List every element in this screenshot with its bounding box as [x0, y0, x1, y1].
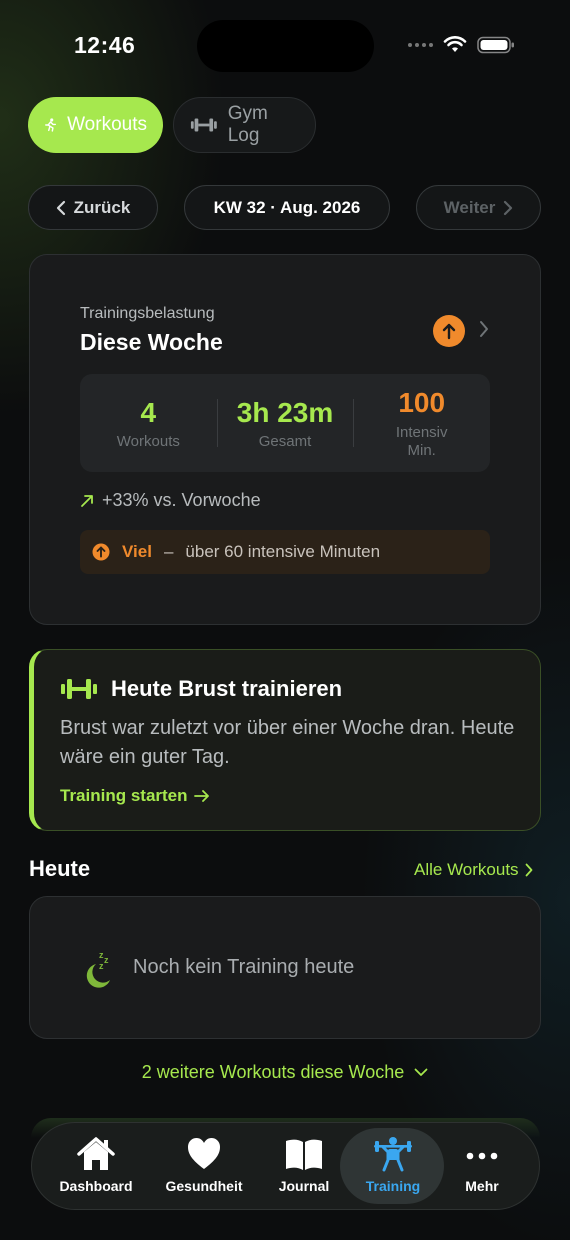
back-label: Zurück: [73, 197, 131, 217]
dumbbell-icon: [61, 679, 97, 699]
tab-workouts[interactable]: Workouts: [28, 97, 163, 153]
load-level: Viel: [122, 542, 152, 561]
wifi-icon: [443, 36, 467, 52]
tabbar-label: Journal: [278, 1178, 330, 1194]
stat-label: Gesamt: [258, 433, 312, 450]
tabbar-item-gesundheit[interactable]: Gesundheit: [154, 1136, 254, 1194]
tabbar-item-dashboard[interactable]: Dashboard: [46, 1136, 146, 1194]
chevron-right-icon: [504, 200, 513, 215]
week-label: KW 32 · Aug. 2026: [213, 197, 361, 217]
stat-value: 4: [140, 397, 157, 428]
book-icon: [286, 1139, 322, 1170]
tab-gym-log[interactable]: Gym Log: [173, 97, 316, 153]
stat-total-time: 3h 23m Gesamt: [216, 374, 354, 472]
suggestion-text: Brust war zuletzt vor über einer Woche d…: [60, 717, 515, 768]
chevron-left-icon: [56, 200, 65, 215]
no-training-text: Noch kein Training heute: [133, 956, 355, 978]
battery-icon: [477, 36, 514, 54]
stat-workouts: 4 Workouts: [80, 374, 217, 472]
load-level-banner: Viel – über 60 intensive Minuten: [80, 530, 490, 574]
svg-text:z: z: [104, 955, 109, 965]
next-button[interactable]: Weiter: [416, 185, 541, 230]
stat-label: Intensiv Min.: [395, 424, 448, 459]
arrow-right-icon: [193, 790, 209, 802]
load-level-description: über 60 intensive Minuten: [185, 542, 381, 561]
stat-label: Workouts: [116, 433, 180, 450]
tab-gym-log-label: Gym Log: [227, 103, 268, 146]
load-level-dash: –: [163, 542, 174, 561]
more-dots-icon: [466, 1152, 498, 1160]
stats-panel: 4 Workouts 3h 23m Gesamt 100 Intensiv Mi…: [80, 374, 490, 472]
chevron-right-icon[interactable]: [478, 318, 490, 340]
running-icon: [45, 118, 57, 132]
tabbar-item-mehr[interactable]: Mehr: [432, 1136, 532, 1194]
start-training-label: Training starten: [60, 786, 188, 805]
week-selector[interactable]: KW 32 · Aug. 2026: [184, 185, 390, 230]
suggestion-title: Heute Brust trainieren: [111, 676, 343, 701]
dumbbell-icon: [190, 118, 217, 132]
tabbar-item-training[interactable]: Training: [343, 1136, 443, 1194]
chevron-down-icon: [414, 1068, 428, 1076]
status-time: 12:46: [74, 32, 136, 58]
trend-row: +33% vs. Vorwoche: [80, 490, 261, 511]
tab-workouts-label: Workouts: [67, 114, 147, 135]
signal-icon: [408, 43, 433, 47]
next-label: Weiter: [443, 197, 496, 217]
all-workouts-label: Alle Workouts: [414, 860, 519, 879]
svg-text:z: z: [99, 961, 104, 971]
dynamic-island: [197, 20, 374, 72]
stat-value: 100: [398, 387, 446, 418]
tabbar-label: Gesundheit: [165, 1178, 243, 1194]
weightlifter-icon: [374, 1137, 412, 1172]
house-icon: [77, 1137, 115, 1170]
stat-intensive-minutes: 100 Intensiv Min.: [353, 374, 490, 472]
more-workouts-label: 2 weitere Workouts diese Woche: [141, 1062, 405, 1082]
moon-sleep-icon: z z z: [86, 950, 110, 988]
status-icons: [408, 36, 515, 54]
tabbar-item-journal[interactable]: Journal: [254, 1136, 354, 1194]
back-button[interactable]: Zurück: [28, 185, 158, 230]
stat-value: 3h 23m: [236, 397, 334, 428]
start-training-link[interactable]: Training starten: [60, 786, 210, 806]
tabbar-label: Dashboard: [59, 1178, 133, 1194]
load-up-badge-icon: [433, 315, 465, 347]
today-heading: Heute: [29, 856, 91, 881]
heart-icon: [188, 1138, 220, 1169]
chevron-right-icon: [525, 863, 532, 877]
training-load-label: Trainingsbelastung: [80, 305, 215, 322]
tabbar-label: Mehr: [465, 1178, 499, 1194]
training-load-title: Diese Woche: [80, 329, 223, 355]
all-workouts-link[interactable]: Alle Workouts: [414, 860, 533, 880]
arrow-up-circle-icon: [92, 543, 110, 561]
tabbar-label: Training: [365, 1178, 421, 1194]
more-workouts-toggle[interactable]: 2 weitere Workouts diese Woche: [0, 1062, 570, 1083]
trend-text: +33% vs. Vorwoche: [102, 490, 261, 510]
trend-up-arrow-icon: [81, 494, 93, 507]
